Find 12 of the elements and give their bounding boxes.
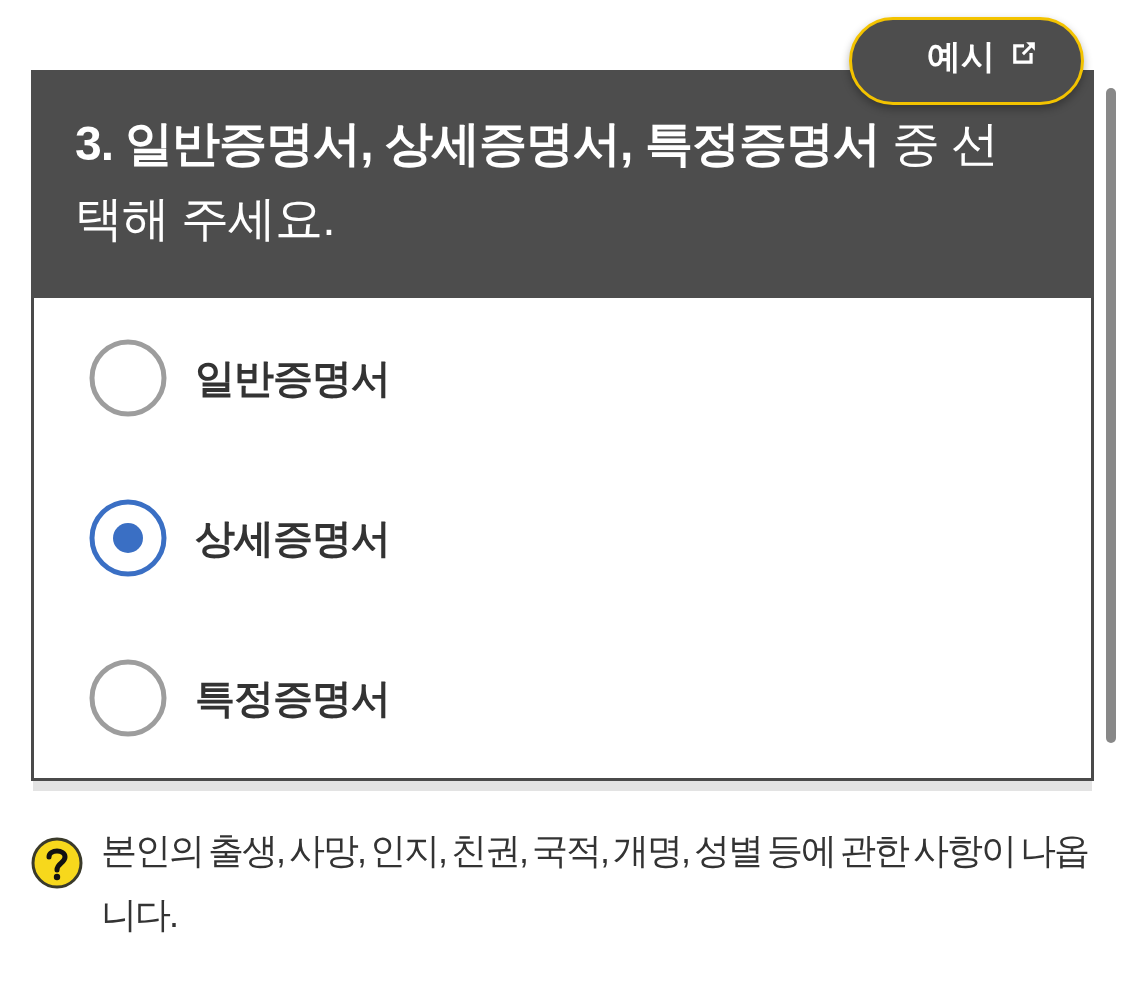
question-text: 3. 일반증명서, 상세증명서, 특정증명서 중 선택해 주세요.: [75, 116, 1000, 247]
option-label[interactable]: 일반증명서: [195, 350, 390, 406]
option-label[interactable]: 특정증명서: [195, 670, 390, 726]
radio-button[interactable]: [88, 498, 168, 578]
external-link-icon: [1011, 40, 1037, 66]
radio-button[interactable]: [88, 658, 168, 738]
option-label[interactable]: 상세증명서: [195, 510, 390, 566]
example-button[interactable]: 예시: [849, 17, 1084, 105]
help-icon: [31, 837, 83, 889]
radio-button[interactable]: [88, 338, 168, 418]
help-text: 본인의 출생, 사망, 인지, 친권, 국적, 개명, 성별 등에 관한 사항이 나옵니다.: [101, 829, 1090, 937]
scrollbar-thumb[interactable]: [1106, 88, 1116, 743]
